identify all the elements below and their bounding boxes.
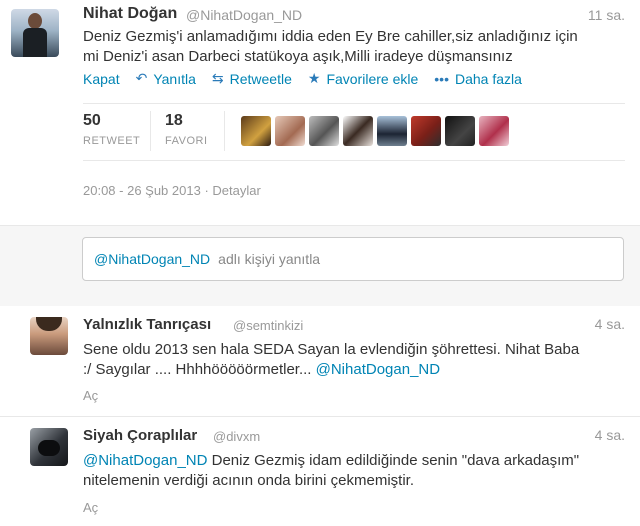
reply-author-handle[interactable]: @semtinkizi <box>233 318 303 333</box>
stat-separator <box>150 111 151 151</box>
engager-avatar[interactable] <box>275 116 305 146</box>
reply-avatar[interactable] <box>30 428 68 466</box>
reply-time[interactable]: 4 sa. <box>595 316 625 332</box>
reply-tweet[interactable]: Yalnızlık Tanrıçası @semtinkizi 4 sa. Se… <box>0 306 640 417</box>
reply-label: Yanıtla <box>153 70 196 87</box>
reply-author-name[interactable]: Yalnızlık Tanrıçası <box>83 316 211 333</box>
engager-avatar[interactable] <box>445 116 475 146</box>
stats-bottom-divider <box>83 160 625 161</box>
reply-mention: @NihatDogan_ND <box>94 251 211 267</box>
details-link[interactable]: Detaylar <box>212 183 260 198</box>
reply-avatar[interactable] <box>30 317 68 355</box>
reply-text: Sene oldu 2013 sen hala SEDA Sayan la ev… <box>83 340 628 380</box>
tweet-text-line-1: Deniz Gezmiş'i anlamadığımı iddia eden E… <box>83 28 578 45</box>
author-avatar[interactable] <box>11 9 59 57</box>
author-name[interactable]: Nihat Doğan <box>83 5 177 23</box>
tweet-time[interactable]: 11 sa. <box>588 7 625 23</box>
avatar-head-shape <box>28 13 42 29</box>
reply-composer-area: @NihatDogan_ND adlı kişiyi yanıtla <box>0 225 640 307</box>
engager-avatar[interactable] <box>377 116 407 146</box>
stats-top-divider <box>83 103 625 104</box>
retweet-button[interactable]: ⇆ Retweetle <box>212 70 292 87</box>
reply-text-line-1: Sene oldu 2013 sen hala SEDA Sayan la ev… <box>83 341 580 358</box>
favorite-count: 18 <box>165 112 183 129</box>
tweet-text: Deniz Gezmiş'i anlamadığımı iddia eden E… <box>83 27 623 67</box>
favorite-stat[interactable]: 18 FAVORI <box>165 112 208 147</box>
reply-mention-link[interactable]: @NihatDogan_ND <box>83 452 207 469</box>
reply-author-handle[interactable]: @divxm <box>213 429 260 444</box>
favorite-stat-label: FAVORI <box>165 135 208 147</box>
avatar-body-shape <box>23 28 47 57</box>
reply-author-name[interactable]: Siyah Çoraplılar <box>83 427 197 444</box>
reply-time[interactable]: 4 sa. <box>595 427 625 443</box>
tweet-meta: 20:08 - 26 Şub 2013 · Detaylar <box>83 183 261 198</box>
main-tweet: Nihat Doğan @NihatDogan_ND 11 sa. Deniz … <box>0 0 640 225</box>
engager-avatar[interactable] <box>343 116 373 146</box>
engager-avatar[interactable] <box>411 116 441 146</box>
close-button[interactable]: Kapat <box>83 70 120 87</box>
engager-avatars <box>241 116 509 146</box>
retweet-icon: ⇆ <box>211 70 224 86</box>
retweet-stat[interactable]: 50 RETWEET <box>83 112 140 147</box>
reply-text-line-1: Deniz Gezmiş idam edildiğinde senin "dav… <box>207 452 580 469</box>
reply-mention-link[interactable]: @NihatDogan_ND <box>316 361 440 378</box>
reply-placeholder: adlı kişiyi yanıtla <box>218 251 321 267</box>
engager-avatar[interactable] <box>241 116 271 146</box>
retweet-stat-label: RETWEET <box>83 135 141 147</box>
meta-separator: · <box>200 183 213 198</box>
retweet-label: Retweetle <box>229 70 292 87</box>
retweet-count: 50 <box>83 112 101 129</box>
reply-text-line-2: nitelemenin verdiği acının onda birini ç… <box>83 472 414 489</box>
favorite-button[interactable]: ★ Favorilere ekle <box>308 70 418 87</box>
engager-avatar[interactable] <box>479 116 509 146</box>
reply-input[interactable]: @NihatDogan_ND adlı kişiyi yanıtla <box>82 237 624 281</box>
stat-separator <box>224 111 225 151</box>
star-icon: ★ <box>307 70 321 86</box>
more-dots-icon: ••• <box>434 70 449 87</box>
open-reply-link[interactable]: Aç <box>83 388 98 403</box>
engager-avatar[interactable] <box>309 116 339 146</box>
more-button[interactable]: ••• Daha fazla <box>434 70 522 87</box>
reply-text: @NihatDogan_ND Deniz Gezmiş idam edildiğ… <box>83 451 628 491</box>
reply-tweet[interactable]: Siyah Çoraplılar @divxm 4 sa. @NihatDoga… <box>0 417 640 526</box>
reply-icon: ↶ <box>135 70 148 86</box>
more-label: Daha fazla <box>454 70 522 87</box>
reply-button[interactable]: ↶ Yanıtla <box>136 70 196 87</box>
tweet-text-line-2: mi Deniz'i asan Darbeci statükoya aşık,M… <box>83 48 513 65</box>
author-handle[interactable]: @NihatDogan_ND <box>186 7 302 23</box>
favorite-label: Favorilere ekle <box>326 70 419 87</box>
reply-text-line-2: :/ Saygılar .... Hhhhööööörmetler... <box>83 361 316 378</box>
close-label: Kapat <box>83 70 120 87</box>
open-reply-link[interactable]: Aç <box>83 500 98 515</box>
tweet-actions: Kapat ↶ Yanıtla ⇆ Retweetle ★ Favorilere… <box>83 70 538 87</box>
tweet-datetime: 20:08 - 26 Şub 2013 <box>83 183 201 198</box>
